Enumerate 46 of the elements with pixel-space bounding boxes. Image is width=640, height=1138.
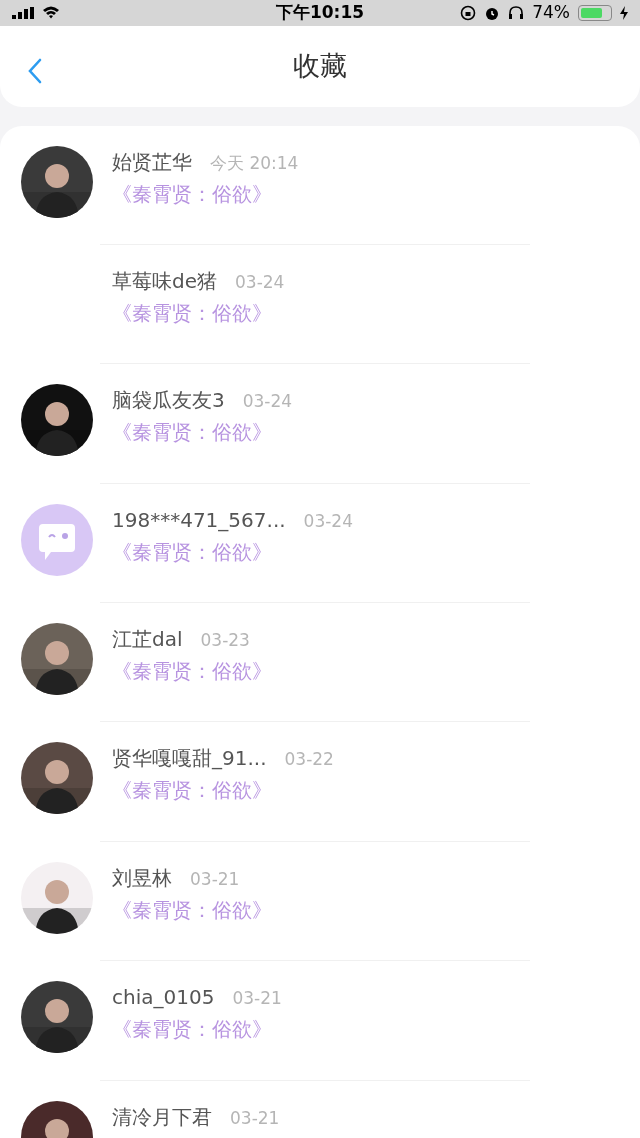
user-name: 198***471_567... [112, 506, 286, 534]
user-name: 刘昱林 [112, 864, 172, 892]
user-name: 脑袋瓜友友3 [112, 387, 225, 415]
default-avatar-icon [21, 503, 93, 576]
work-title: 《秦霄贤：俗欲》 [112, 896, 272, 924]
favorite-item[interactable]: 贤华嘎嘎甜_91... 03-22 《秦霄贤：俗欲》 [112, 742, 334, 806]
item-time: 03-24 [242, 390, 293, 414]
favorite-item[interactable]: 始贤芷华 今天 20:14 《秦霄贤：俗欲》 [112, 145, 299, 209]
page-title: 收藏 [293, 48, 347, 83]
item-time: 03-22 [284, 748, 334, 772]
work-title: 《秦霄贤：俗欲》 [112, 658, 272, 686]
user-name: 江芷dal [112, 626, 183, 654]
item-time: 今天 20:14 [210, 151, 299, 175]
user-name: 清冷月下君 [112, 1103, 212, 1131]
work-title: 《秦霄贤：俗欲》 [112, 1016, 273, 1044]
user-name: 贤华嘎嘎甜_91... [112, 745, 267, 773]
work-title: 《秦霄贤：俗欲》 [112, 180, 273, 208]
item-time: 03-24 [303, 509, 353, 533]
user-name: 草莓味de猪 [112, 267, 217, 295]
item-time: 03-24 [235, 270, 285, 294]
favorite-item[interactable]: 脑袋瓜友友3 03-24 《秦霄贤：俗欲》 [112, 384, 293, 448]
favorite-item[interactable]: 江芷dal 03-23 《秦霄贤：俗欲》 [112, 623, 272, 687]
battery-icon [578, 4, 612, 21]
user-name: 始贤芷华 [112, 148, 192, 176]
charging-icon [620, 5, 628, 20]
user-name: chia_0105 [112, 984, 215, 1012]
signal-icon [12, 6, 34, 19]
back-icon [28, 57, 42, 84]
favorite-item[interactable]: 刘昱林 03-21 《秦霄贤：俗欲》 [112, 861, 272, 925]
item-time: 03-21 [190, 867, 240, 891]
wifi-icon [42, 6, 60, 20]
favorite-item[interactable]: 草莓味de猪 03-24 《秦霄贤：俗欲》 [112, 264, 285, 328]
rotation-lock-icon [460, 4, 477, 21]
headphones-icon [508, 4, 525, 21]
work-title: 《秦霄贤：俗欲》 [112, 299, 273, 327]
favorite-item[interactable]: chia_0105 03-21 《秦霄贤：俗欲》 [112, 981, 282, 1045]
work-title: 《秦霄贤：俗欲》 [112, 419, 273, 447]
status-time: 下午10:15 [275, 1, 365, 24]
item-time: 03-21 [230, 1106, 280, 1130]
favorite-item[interactable]: 清冷月下君 03-21 [112, 1100, 280, 1132]
favorite-item[interactable]: 198***471_567... 03-24 《秦霄贤：俗欲》 [112, 503, 353, 567]
work-title: 《秦霄贤：俗欲》 [112, 538, 273, 566]
item-time: 03-21 [232, 987, 282, 1011]
item-time: 03-23 [200, 629, 250, 653]
work-title: 《秦霄贤：俗欲》 [112, 777, 273, 805]
battery-percent: 74% [532, 1, 570, 24]
